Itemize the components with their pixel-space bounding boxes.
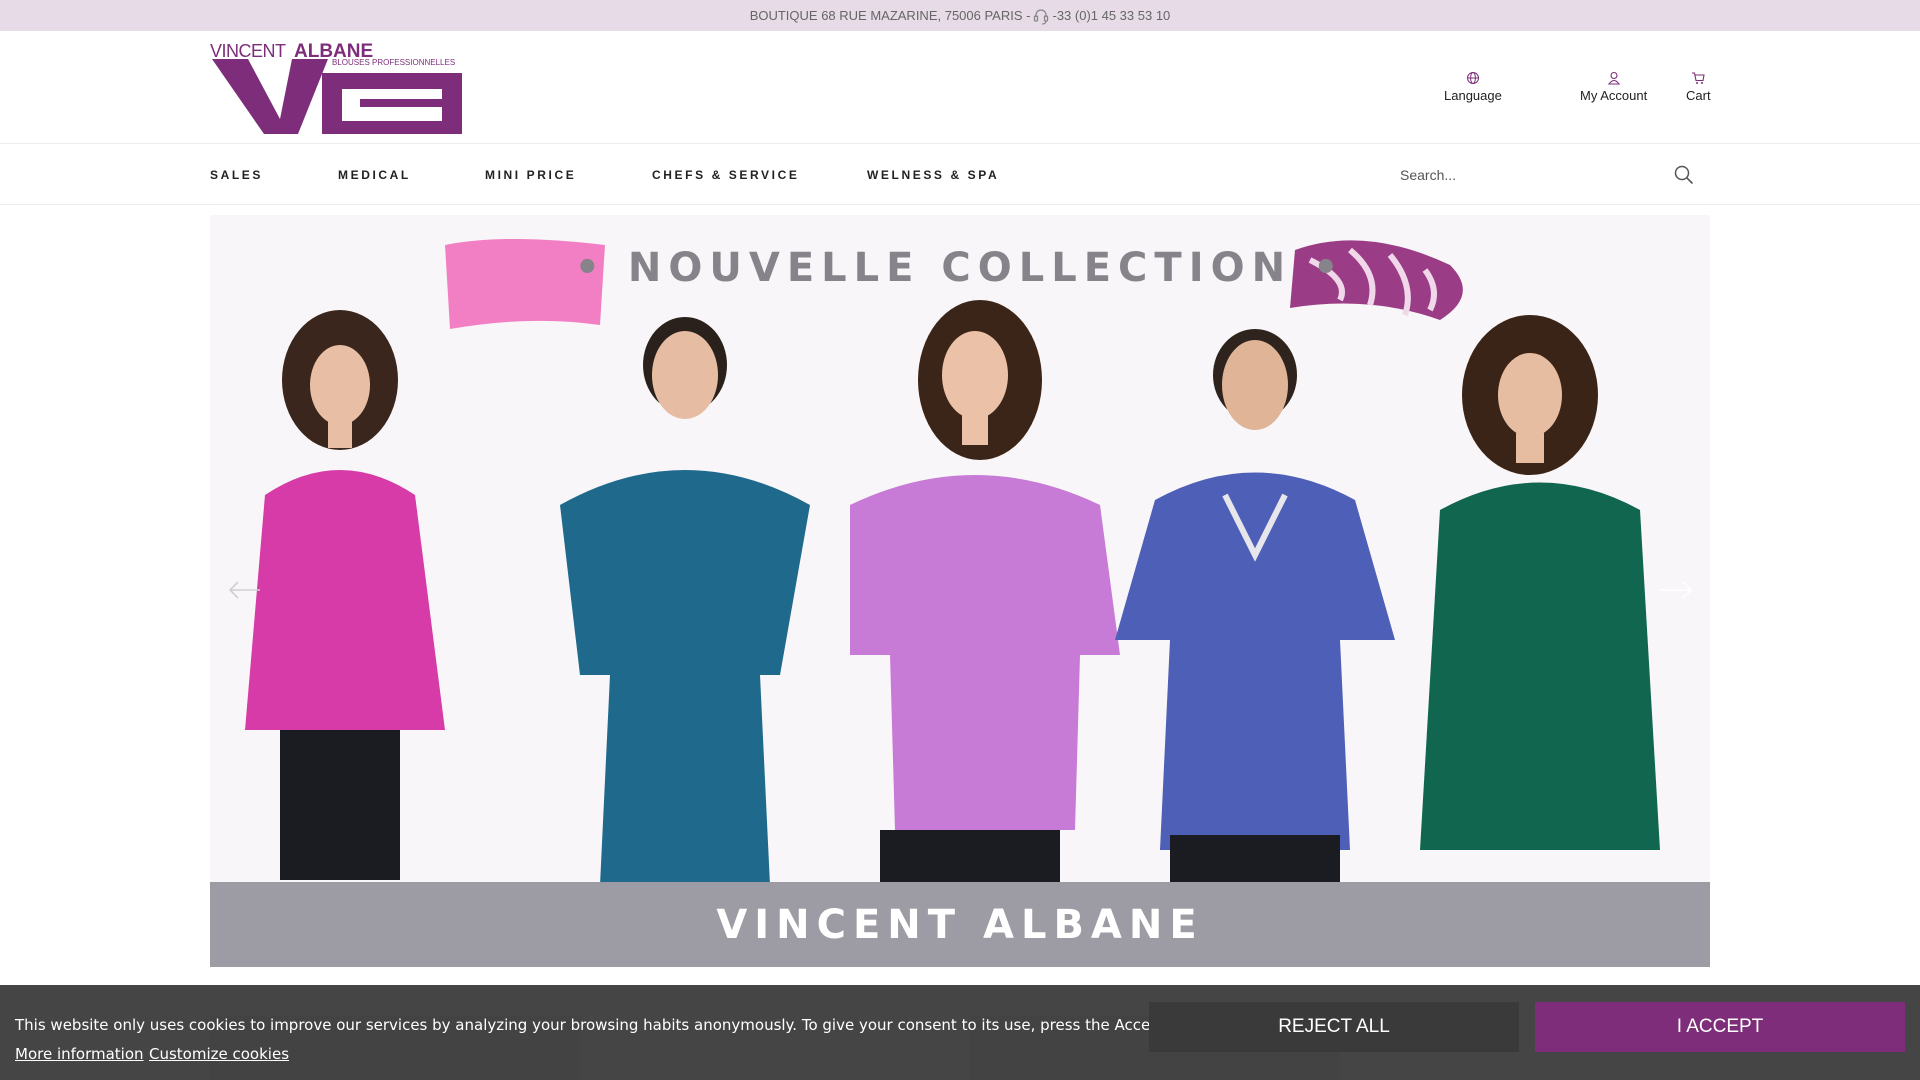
user-icon: [1607, 71, 1620, 85]
top-info-bar: BOUTIQUE 68 RUE MAZARINE, 75006 PARIS - …: [0, 0, 1920, 31]
more-information-link[interactable]: More information: [15, 1045, 144, 1063]
banner-footer: VINCENT ALBANE: [210, 882, 1710, 967]
store-phone[interactable]: -33 (0)1 45 33 53 10: [1052, 8, 1170, 23]
cookie-message: This website only uses cookies to improv…: [15, 1016, 1225, 1034]
search-icon[interactable]: [1673, 164, 1695, 186]
model-1: [245, 310, 445, 880]
nav-item-welness-spa[interactable]: WELNESS & SPA: [867, 168, 999, 182]
brand-logo[interactable]: VINCENT ALBANE BLOUSES PROFESSIONNELLES: [210, 41, 462, 135]
nav-item-chefs-service[interactable]: CHEFS & SERVICE: [652, 168, 799, 182]
cart-icon: [1692, 72, 1705, 84]
banner-headline: • NOUVELLE COLLECTION •: [574, 245, 1346, 291]
my-account-link[interactable]: My Account: [1580, 71, 1647, 103]
model-5: [1420, 315, 1660, 850]
nav-item-mini-price[interactable]: MINI PRICE: [485, 168, 576, 182]
model-4: [1115, 329, 1395, 882]
model-3: [850, 300, 1120, 882]
banner-image: [245, 239, 1660, 882]
cart-link[interactable]: Cart: [1686, 71, 1711, 103]
accept-button[interactable]: I ACCEPT: [1535, 1002, 1905, 1052]
nav-item-sales[interactable]: SALES: [210, 168, 263, 182]
model-2: [560, 317, 810, 882]
site-header: VINCENT ALBANE BLOUSES PROFESSIONNELLES …: [0, 31, 1920, 144]
reject-all-button[interactable]: REJECT ALL: [1149, 1002, 1519, 1052]
brand-logo-graphic: VINCENT ALBANE BLOUSES PROFESSIONNELLES: [210, 41, 462, 134]
globe-icon: [1466, 72, 1479, 84]
carousel-next-arrow-icon[interactable]: [1659, 580, 1693, 600]
customize-cookies-link[interactable]: Customize cookies: [149, 1045, 289, 1063]
brand-name-light: VINCENT: [210, 41, 286, 61]
language-selector[interactable]: Language: [1444, 71, 1502, 103]
hero-banner[interactable]: • NOUVELLE COLLECTION • VINCENT ALBANE: [210, 215, 1710, 967]
my-account-label: My Account: [1580, 88, 1648, 103]
search-input[interactable]: [1392, 159, 1662, 191]
main-navigation: SALES MEDICAL MINI PRICE CHEFS & SERVICE…: [0, 145, 1920, 205]
store-address: BOUTIQUE 68 RUE MAZARINE, 75006 PARIS -: [749, 8, 1031, 23]
cookie-consent-bar: This website only uses cookies to improv…: [0, 985, 1920, 1080]
headset-icon: [1034, 8, 1049, 25]
banner-footer-text: VINCENT ALBANE: [716, 901, 1204, 948]
language-label: Language: [1444, 88, 1502, 103]
cart-label: Cart: [1686, 88, 1711, 103]
nav-item-medical[interactable]: MEDICAL: [338, 168, 411, 182]
brand-tagline: BLOUSES PROFESSIONNELLES: [332, 58, 455, 67]
carousel-prev-arrow-icon[interactable]: [228, 580, 262, 600]
